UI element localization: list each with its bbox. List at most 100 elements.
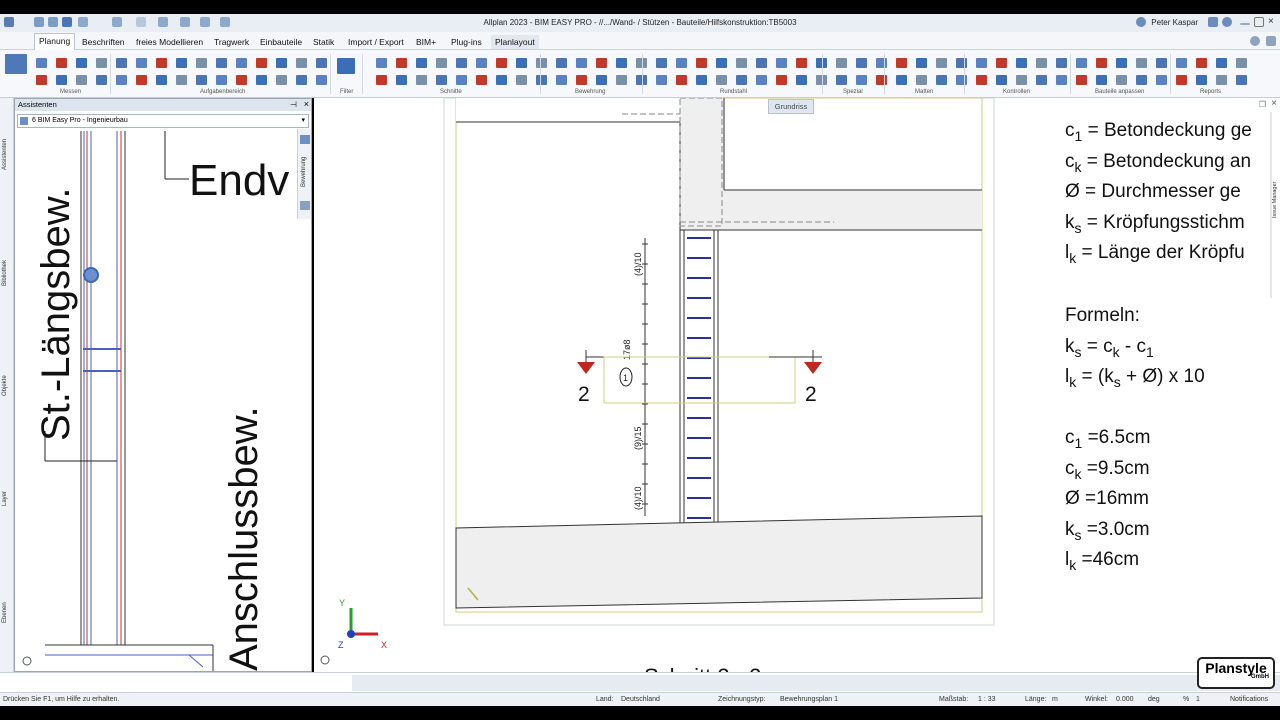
ribbon-tool-icon[interactable]	[1016, 75, 1027, 85]
status-length[interactable]: m	[1052, 696, 1058, 703]
assistant-drawing[interactable]: Endv St.-Längsbew. Anschlussbew.	[17, 131, 295, 671]
ribbon-tool-icon[interactable]	[556, 75, 567, 85]
ribbon-tool-icon[interactable]	[36, 58, 47, 68]
ribbon-tool-icon[interactable]	[916, 75, 927, 85]
viewport-close-icon[interactable]: ×	[1271, 98, 1277, 109]
ribbon-tool-icon[interactable]	[456, 75, 467, 85]
ribbon-tool-icon[interactable]	[316, 58, 327, 68]
ribbon-tool-icon[interactable]	[936, 58, 947, 68]
ribbon-tool-icon[interactable]	[236, 75, 247, 85]
assistant-select[interactable]: 6 BIM Easy Pro - Ingenieurbau	[17, 114, 309, 128]
ribbon-tool-icon[interactable]	[536, 75, 547, 85]
ribbon-tool-icon[interactable]	[436, 75, 447, 85]
ribbon-tool-icon[interactable]	[1076, 58, 1087, 68]
status-scale[interactable]: 1 : 33	[978, 696, 996, 703]
ribbon-tool-icon[interactable]	[56, 58, 67, 68]
ribbon-tool-icon[interactable]	[376, 75, 387, 85]
ribbon-tool-icon[interactable]	[216, 75, 227, 85]
ribbon-tool-icon[interactable]	[1216, 58, 1227, 68]
ribbon-tool-icon[interactable]	[796, 58, 807, 68]
ribbon-tool-icon[interactable]	[736, 58, 747, 68]
ribbon-tool-icon[interactable]	[776, 58, 787, 68]
ribbon-tool-icon[interactable]	[276, 75, 287, 85]
tab-beschriften[interactable]: Beschriften	[78, 35, 129, 49]
command-input[interactable]	[352, 675, 1280, 691]
ribbon-tool-icon[interactable]	[876, 75, 887, 85]
ribbon-tool-icon[interactable]	[776, 75, 787, 85]
tab-statik[interactable]: Statik	[309, 35, 338, 49]
strip-tab-assistenten[interactable]: Assistenten	[2, 139, 8, 170]
ribbon-tool-icon[interactable]	[116, 75, 127, 85]
ribbon-tool-icon[interactable]	[996, 58, 1007, 68]
ribbon-tool-icon[interactable]	[676, 75, 687, 85]
ribbon-tool-icon[interactable]	[656, 75, 667, 85]
viewport-restore-icon[interactable]: ❐	[1259, 100, 1266, 109]
ribbon-tool-icon[interactable]	[596, 75, 607, 85]
tab-import-export[interactable]: Import / Export	[344, 35, 408, 49]
ribbon-tool-icon[interactable]	[1096, 58, 1107, 68]
ribbon-tool-icon[interactable]	[716, 58, 727, 68]
ribbon-tool-icon[interactable]	[376, 58, 387, 68]
ribbon-tool-icon[interactable]	[536, 58, 547, 68]
ribbon-tool-icon[interactable]	[616, 58, 627, 68]
ribbon-tool-icon[interactable]	[96, 58, 107, 68]
view-tab-grundriss[interactable]: Grundriss	[768, 99, 814, 114]
ribbon-tool-icon[interactable]	[896, 75, 907, 85]
ribbon-tool-icon[interactable]	[576, 58, 587, 68]
ribbon-tool-icon[interactable]	[1136, 58, 1147, 68]
ribbon-tool-icon[interactable]	[676, 58, 687, 68]
ribbon-tool-icon[interactable]	[956, 58, 967, 68]
ribbon-tool-icon[interactable]	[556, 58, 567, 68]
ribbon-tool-icon[interactable]	[316, 75, 327, 85]
ribbon-tool-icon[interactable]	[296, 58, 307, 68]
ribbon-tool-icon[interactable]	[156, 75, 167, 85]
close-icon[interactable]: ×	[1268, 17, 1278, 27]
ribbon-tool-icon[interactable]	[596, 58, 607, 68]
tab-freies-modellieren[interactable]: freies Modellieren	[132, 35, 207, 49]
ribbon-tool-icon[interactable]	[716, 75, 727, 85]
ribbon-tool-icon[interactable]	[1036, 75, 1047, 85]
ribbon-tool-icon[interactable]	[976, 58, 987, 68]
ribbon-tool-icon[interactable]	[1196, 75, 1207, 85]
tab-bim-plus[interactable]: BIM+	[412, 35, 440, 49]
tab-planung[interactable]: Planung	[34, 33, 76, 50]
side-tab-bewehrung[interactable]: Bewehrung	[301, 157, 307, 187]
ribbon-tool-icon[interactable]	[216, 58, 227, 68]
ribbon-tool-icon[interactable]	[136, 75, 147, 85]
panel-close-icon[interactable]: ×	[304, 99, 309, 109]
ribbon-tool-icon[interactable]	[1016, 58, 1027, 68]
strip-tab-ebenen[interactable]: Ebenen	[2, 602, 8, 623]
ribbon-tool-icon[interactable]	[856, 58, 867, 68]
pin-icon[interactable]: ⊣	[290, 100, 297, 109]
ribbon-tool-icon[interactable]	[516, 58, 527, 68]
ribbon-tool-icon[interactable]	[1096, 75, 1107, 85]
chevron-down-icon[interactable]: ▾	[301, 116, 305, 124]
ribbon-tool-icon[interactable]	[836, 58, 847, 68]
assistant-tab-icon[interactable]	[300, 135, 310, 144]
ribbon-tool-icon[interactable]	[1196, 58, 1207, 68]
ribbon-tool-icon[interactable]	[1156, 75, 1167, 85]
ribbon-tool-icon[interactable]	[896, 58, 907, 68]
strip-tab-layer[interactable]: Layer	[2, 491, 8, 506]
ribbon-tool-icon[interactable]	[996, 75, 1007, 85]
maximize-icon[interactable]	[1254, 17, 1264, 27]
ribbon-tool-icon[interactable]	[136, 58, 147, 68]
ribbon-tool-icon[interactable]	[76, 75, 87, 85]
cart-icon[interactable]	[1208, 17, 1218, 27]
ribbon-tool-icon[interactable]	[396, 58, 407, 68]
ribbon-collapse-icon[interactable]	[1266, 36, 1276, 46]
tab-planlayout[interactable]: Planlayout	[491, 35, 539, 49]
minimize-icon[interactable]	[1240, 23, 1250, 25]
ribbon-tool-icon[interactable]	[1176, 75, 1187, 85]
ribbon-tool-icon[interactable]	[1156, 58, 1167, 68]
tab-tragwerk[interactable]: Tragwerk	[210, 35, 253, 49]
ribbon-tool-icon[interactable]	[1236, 75, 1247, 85]
ribbon-tool-icon[interactable]	[496, 75, 507, 85]
ribbon-tool-icon[interactable]	[1036, 58, 1047, 68]
ribbon-tool-icon[interactable]	[956, 75, 967, 85]
ribbon-tool-icon[interactable]	[936, 75, 947, 85]
ribbon-tool-icon[interactable]	[276, 58, 287, 68]
status-angle[interactable]: 0.000	[1116, 696, 1134, 703]
ribbon-tool-icon[interactable]	[1076, 75, 1087, 85]
ribbon-tool-icon[interactable]	[76, 58, 87, 68]
